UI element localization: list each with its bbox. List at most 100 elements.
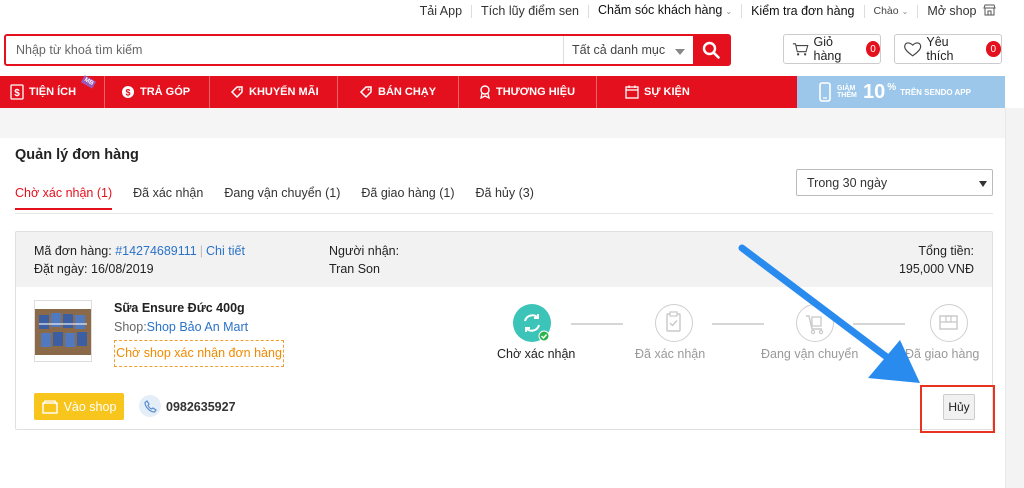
phone-icon	[819, 82, 831, 102]
step-label-delivered: Đã giao hàng	[905, 347, 980, 361]
nav-item-utilities[interactable]: $ TIỆN ÍCH MB	[0, 75, 105, 108]
tab-cancelled[interactable]: Đã hủy (3)	[476, 186, 534, 210]
progress-connector	[853, 323, 905, 325]
open-shop-link[interactable]: Mở shop	[918, 4, 1005, 18]
order-date-label: Đặt ngày:	[34, 262, 88, 276]
tab-delivered[interactable]: Đã giao hàng (1)	[361, 186, 454, 210]
wallet-icon: $	[10, 84, 24, 100]
clipboard-check-icon	[655, 304, 693, 342]
order-status-tabs: Chờ xác nhận (1) Đã xác nhận Đang vận ch…	[15, 186, 555, 210]
tag-icon	[230, 86, 243, 99]
installment-icon: $	[122, 86, 134, 98]
recipient-name: Tran Son	[329, 262, 380, 276]
tab-shipping[interactable]: Đang vận chuyển (1)	[224, 186, 340, 210]
nav-item-bestsellers[interactable]: BÁN CHẠY	[338, 76, 459, 108]
order-header	[16, 232, 992, 287]
recipient-label: Người nhận:	[329, 244, 400, 258]
loyalty-points-link[interactable]: Tích lũy điểm sen	[472, 4, 589, 18]
promo-percent-value: 10	[863, 80, 886, 103]
product-name[interactable]: Sữa Ensure Đức 400g	[114, 301, 245, 315]
search-icon	[702, 41, 720, 59]
step-label-pending: Chờ xác nhận	[497, 347, 576, 361]
nav-label: BÁN CHẠY	[378, 86, 437, 98]
promo-discount-text: GIẢM THÊM	[837, 85, 857, 99]
category-label: Tất cả danh mục	[572, 43, 666, 57]
svg-text:$: $	[125, 88, 130, 98]
nav-item-installment[interactable]: $ TRẢ GÓP	[105, 76, 210, 108]
separator: |	[199, 244, 204, 258]
sync-icon	[513, 304, 551, 342]
tabs-divider	[15, 213, 993, 214]
step-label-confirmed: Đã xác nhận	[635, 347, 706, 361]
page-title: Quản lý đơn hàng	[15, 147, 139, 163]
nav-label: KHUYẾN MÃI	[249, 86, 319, 98]
waiting-status-box: Chờ shop xác nhận đơn hàng	[114, 340, 284, 367]
heart-icon	[904, 41, 922, 57]
nav-label: TRẢ GÓP	[140, 86, 191, 98]
app-promo-banner[interactable]: GIẢM THÊM 10 % TRÊN SENDO APP	[797, 76, 1005, 108]
search-bar: Tất cả danh mục	[4, 34, 731, 66]
nav-item-events[interactable]: SỰ KIỆN	[597, 76, 707, 108]
order-code-label: Mã đơn hàng:	[34, 244, 112, 258]
mb-badge: MB	[80, 75, 97, 89]
shop-line: Shop:Shop Bảo An Mart	[114, 320, 248, 334]
phone-icon	[139, 395, 161, 417]
category-select[interactable]: Tất cả danh mục	[563, 36, 693, 64]
visit-shop-button[interactable]: Vào shop	[34, 393, 124, 420]
download-app-link[interactable]: Tải App	[411, 4, 473, 18]
promo-text: TRÊN SENDO APP	[900, 87, 971, 97]
order-card: Mã đơn hàng: #14274689111 | Chi tiết Đặt n…	[15, 231, 993, 430]
order-detail-link[interactable]: Chi tiết	[206, 244, 245, 258]
promo-percent-sign: %	[887, 81, 897, 93]
tag-icon	[359, 86, 372, 99]
period-label: Trong 30 ngày	[807, 176, 888, 190]
cart-label: Giỏ hàng	[813, 35, 842, 63]
dropdown-arrow-icon	[675, 49, 685, 55]
tab-confirmed[interactable]: Đã xác nhận	[133, 186, 203, 210]
dropdown-arrow-icon	[979, 181, 987, 187]
wishlist-count-badge: 0	[985, 41, 1001, 57]
award-icon	[480, 85, 490, 99]
cart-icon	[792, 42, 809, 55]
shop-name-link[interactable]: Shop Bảo An Mart	[147, 320, 248, 334]
top-bar: Tải App Tích lũy điểm sen Chăm sóc khách…	[0, 0, 1005, 22]
step-label-shipping: Đang vận chuyển	[761, 347, 859, 361]
nav-label: TIỆN ÍCH	[29, 86, 77, 98]
wishlist-label: Yêu thích	[926, 35, 954, 63]
period-select[interactable]: Trong 30 ngày	[796, 169, 993, 196]
store-icon	[983, 4, 996, 16]
account-menu[interactable]: Chào ⌄	[865, 4, 919, 18]
order-date: 16/08/2019	[91, 262, 154, 276]
order-code-link[interactable]: #14274689111	[115, 244, 197, 258]
chevron-down-icon: ⌄	[901, 6, 909, 16]
package-icon	[930, 304, 968, 342]
nav-label: THƯƠNG HIỆU	[496, 86, 576, 98]
calendar-icon	[625, 85, 639, 99]
product-photo	[35, 309, 91, 355]
order-code-line: Mã đơn hàng: #14274689111 | Chi tiết	[34, 244, 245, 258]
shop-phone-number[interactable]: 0982635927	[166, 400, 236, 414]
customer-support-link[interactable]: Chăm sóc khách hàng ⌄	[589, 4, 743, 18]
content-band	[0, 108, 1005, 138]
total-amount: 195,000 VNĐ	[898, 262, 974, 276]
wishlist-button[interactable]: Yêu thích 0	[894, 34, 1002, 64]
cart-count-badge: 0	[865, 41, 880, 57]
tab-pending[interactable]: Chờ xác nhận (1)	[15, 186, 113, 210]
track-order-link[interactable]: Kiểm tra đơn hàng	[742, 4, 865, 18]
store-icon	[41, 399, 58, 414]
progress-connector	[571, 323, 623, 325]
visit-shop-label: Vào shop	[63, 399, 117, 414]
order-date-line: Đặt ngày: 16/08/2019	[34, 262, 154, 276]
nav-label: SỰ KIỆN	[644, 86, 690, 98]
cart-button[interactable]: Giỏ hàng 0	[783, 34, 881, 64]
progress-connector	[712, 323, 764, 325]
nav-item-brands[interactable]: THƯƠNG HIỆU	[459, 76, 597, 108]
nav-item-promotions[interactable]: KHUYẾN MÃI	[210, 76, 338, 108]
shop-label: Shop:	[114, 320, 147, 334]
product-image[interactable]	[34, 300, 92, 362]
total-label: Tổng tiền:	[918, 244, 974, 258]
search-input[interactable]	[6, 36, 563, 64]
scrollbar-track[interactable]	[1005, 108, 1024, 488]
search-button[interactable]	[693, 36, 729, 64]
delivery-cart-icon	[796, 304, 834, 342]
